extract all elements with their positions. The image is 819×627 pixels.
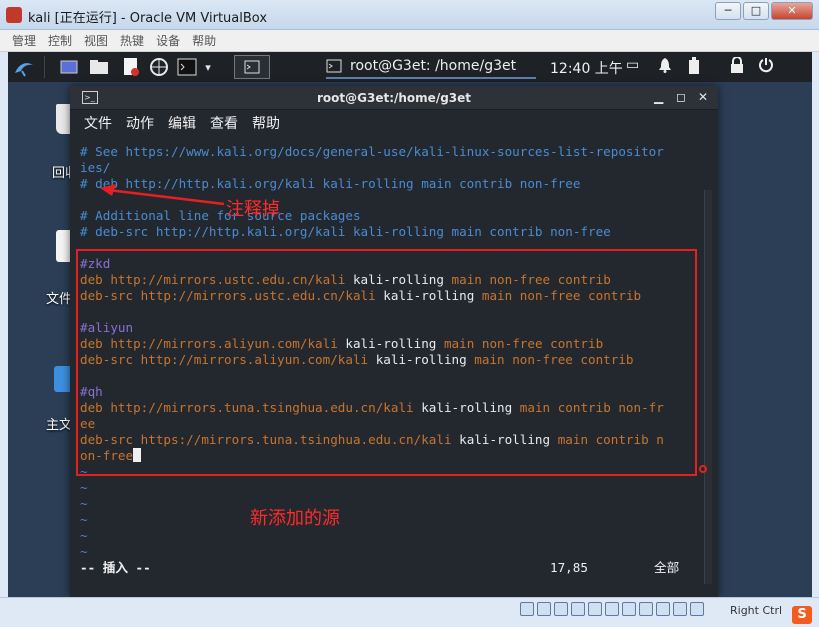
menu-manage[interactable]: 管理 [12, 32, 36, 49]
file-manager-icon[interactable] [88, 56, 110, 78]
device-status-icons [520, 602, 704, 616]
sogou-ime-icon[interactable]: S [792, 606, 812, 624]
new-sources-highlight-box [76, 249, 697, 476]
cpu-icon[interactable] [656, 602, 670, 616]
kali-dragon-menu-icon[interactable] [12, 56, 36, 78]
term-menu-file[interactable]: 文件 [84, 113, 112, 133]
terminal-menubar: 文件 动作 编辑 查看 帮助 [70, 110, 718, 136]
term-menu-view[interactable]: 查看 [210, 113, 238, 133]
workspace-switcher[interactable] [234, 55, 270, 79]
terminal-title: root@G3et:/home/g3et [316, 91, 472, 105]
empty-line-tilde: ~ [80, 528, 88, 543]
shared-folder-icon[interactable] [605, 602, 619, 616]
text-editor-icon[interactable] [120, 56, 142, 78]
terminal-titlebar[interactable]: >_ root@G3et:/home/g3et ▁ ◻ ✕ [70, 86, 718, 110]
arrow-icon [100, 184, 225, 206]
video-capture-icon[interactable] [639, 602, 653, 616]
desktop-show-icon[interactable] [58, 56, 80, 78]
scroll-position: 全部 [654, 560, 680, 575]
vbox-titlebar: kali [正在运行] - Oracle VM VirtualBox ─ □ ✕ [0, 0, 819, 30]
menu-devices[interactable]: 设备 [156, 32, 180, 49]
browser-globe-icon[interactable] [148, 56, 170, 78]
comment-out-annotation: 注释掉 [226, 199, 280, 220]
terminal-scrollbar[interactable] [704, 190, 712, 584]
notification-bell-icon[interactable] [658, 57, 672, 77]
vim-mode-status: -- 插入 -- [80, 560, 151, 575]
comment-line: ies/ [80, 160, 111, 175]
network-icon[interactable]: ▭ [626, 57, 639, 73]
maximize-button[interactable]: □ [743, 2, 769, 20]
hard-disk-icon[interactable] [520, 602, 534, 616]
kali-top-panel: ▾ root@G3et: /home/g3et 12:40 上午 ▭ [8, 52, 812, 82]
usb-icon[interactable] [588, 602, 602, 616]
taskbar-tab-label: root@G3et: /home/g3et [350, 58, 517, 74]
window-title: kali [正在运行] - Oracle VM VirtualBox [28, 11, 268, 26]
comment-line: # deb-src http://http.kali.org/kali kali… [80, 224, 611, 239]
file-system-label: 文件 [46, 292, 73, 307]
empty-line-tilde: ~ [80, 496, 88, 511]
chevron-down-icon[interactable]: ▾ [200, 56, 216, 78]
terminal-launcher-icon[interactable] [176, 56, 198, 78]
empty-line-tilde: ~ [80, 512, 88, 527]
empty-line-tilde: ~ [80, 480, 88, 495]
menu-view[interactable]: 视图 [84, 32, 108, 49]
window-controls: ─ □ ✕ [715, 2, 813, 20]
terminal-close-button[interactable]: ✕ [698, 90, 708, 104]
mouse-integration-icon[interactable] [673, 602, 687, 616]
display-icon[interactable] [622, 602, 636, 616]
cursor-position: 17,85 [550, 560, 588, 575]
term-menu-edit[interactable]: 编辑 [168, 113, 196, 133]
terminal-maximize-button[interactable]: ◻ [676, 90, 686, 104]
vbox-statusbar: Right Ctrl S [0, 597, 819, 627]
taskbar-terminal-tab[interactable]: root@G3et: /home/g3et [326, 55, 536, 79]
audio-icon[interactable] [554, 602, 568, 616]
terminal-minimize-button[interactable]: ▁ [654, 90, 663, 104]
new-sources-annotation: 新添加的源 [250, 508, 340, 529]
power-icon[interactable] [758, 57, 774, 77]
term-menu-help[interactable]: 帮助 [252, 113, 280, 133]
home-folder-label: 主文 [46, 418, 73, 433]
panel-separator [44, 56, 45, 78]
empty-line-tilde: ~ [80, 544, 88, 559]
term-menu-actions[interactable]: 动作 [126, 113, 154, 133]
terminal-icon [326, 59, 342, 73]
highlight-marker [699, 465, 707, 473]
keyboard-icon[interactable] [690, 602, 704, 616]
battery-icon[interactable] [688, 57, 700, 79]
panel-clock[interactable]: 12:40 上午 [550, 58, 623, 78]
close-button[interactable]: ✕ [771, 2, 813, 20]
menu-hotkey[interactable]: 热键 [120, 32, 144, 49]
optical-drive-icon[interactable] [537, 602, 551, 616]
virtualbox-icon [6, 7, 22, 23]
network-adapter-icon[interactable] [571, 602, 585, 616]
menu-control[interactable]: 控制 [48, 32, 72, 49]
minimize-button[interactable]: ─ [715, 2, 741, 20]
menu-help[interactable]: 帮助 [192, 32, 216, 49]
vbox-menubar: 管理 控制 视图 热键 设备 帮助 [0, 30, 819, 52]
host-key-label: Right Ctrl [730, 604, 783, 617]
lock-icon[interactable] [730, 56, 744, 77]
comment-line: # See https://www.kali.org/docs/general-… [80, 144, 664, 159]
